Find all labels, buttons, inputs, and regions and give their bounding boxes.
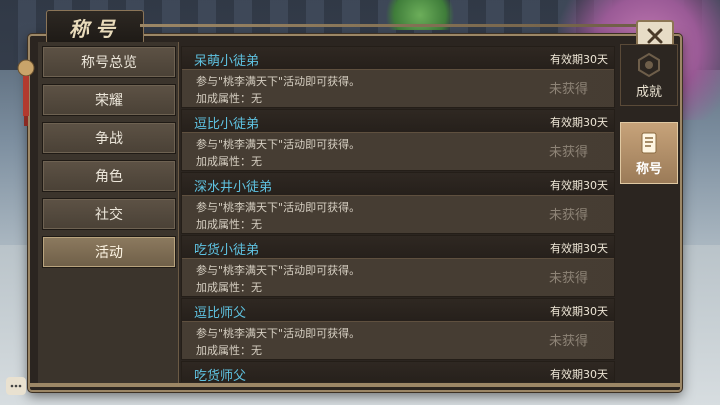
title-scroll-icon: [641, 132, 657, 153]
title-list[interactable]: 呆萌小徒弟 有效期30天 参与"桃李满天下"活动即可获得。 加成属性：无 未获得…: [181, 44, 615, 382]
title-status: 未获得: [548, 271, 588, 286]
title-validity: 有效期30天: [550, 116, 608, 129]
title-validity: 有效期30天: [550, 368, 608, 381]
title-condition: 参与"桃李满天下"活动即可获得。: [196, 327, 361, 340]
title-status: 未获得: [548, 208, 588, 223]
title-attribute: 加成属性：无: [196, 218, 262, 231]
title-name: 吃货小徒弟: [194, 243, 260, 258]
title-status: 未获得: [548, 334, 588, 349]
side-tab-achievement[interactable]: 成就: [620, 44, 678, 106]
side-tab-title[interactable]: 称号: [620, 122, 678, 184]
window-title-banner: 称号: [46, 10, 144, 44]
title-condition: 参与"桃李满天下"活动即可获得。: [196, 201, 361, 214]
chat-button[interactable]: [6, 377, 26, 395]
title-attribute: 加成属性：无: [196, 281, 262, 294]
achievement-emblem-icon: [638, 52, 660, 77]
title-name: 逗比小徒弟: [194, 117, 260, 132]
title-attribute: 加成属性：无: [196, 344, 262, 357]
category-overview-button[interactable]: 称号总览: [42, 46, 176, 78]
title-condition: 参与"桃李满天下"活动即可获得。: [196, 138, 361, 151]
title-entry[interactable]: 深水井小徒弟 有效期30天 参与"桃李满天下"活动即可获得。 加成属性：无 未获…: [181, 172, 615, 234]
close-icon: [647, 28, 663, 44]
side-tab-label: 成就: [635, 84, 662, 100]
category-character-button[interactable]: 角色: [42, 160, 176, 192]
chat-bubble-icon: [10, 384, 22, 388]
title-condition: 参与"桃李满天下"活动即可获得。: [196, 264, 361, 277]
category-battle-button[interactable]: 争战: [42, 122, 176, 154]
title-validity: 有效期30天: [550, 179, 608, 192]
title-entry[interactable]: 吃货师父 有效期30天: [181, 361, 615, 382]
title-validity: 有效期30天: [550, 305, 608, 318]
title-name: 逗比师父: [194, 306, 247, 321]
title-attribute: 加成属性：无: [196, 92, 262, 105]
window-bottom-border: [28, 383, 680, 387]
title-entry[interactable]: 逗比小徒弟 有效期30天 参与"桃李满天下"活动即可获得。 加成属性：无 未获得: [181, 109, 615, 171]
side-tab-column: 成就 称号: [620, 44, 684, 244]
category-social-button[interactable]: 社交: [42, 198, 176, 230]
title-validity: 有效期30天: [550, 53, 608, 66]
title-name: 吃货师父: [194, 369, 247, 382]
window-title: 称号: [69, 16, 121, 41]
category-glory-button[interactable]: 荣耀: [42, 84, 176, 116]
category-sidebar: 称号总览 荣耀 争战 角色 社交 活动: [38, 42, 179, 384]
title-validity: 有效期30天: [550, 242, 608, 255]
title-entry[interactable]: 逗比师父 有效期30天 参与"桃李满天下"活动即可获得。 加成属性：无 未获得: [181, 298, 615, 360]
title-attribute: 加成属性：无: [196, 155, 262, 168]
title-name: 呆萌小徒弟: [194, 54, 260, 69]
lantern-ornament-icon: [17, 59, 35, 126]
title-status: 未获得: [548, 145, 588, 160]
title-entry[interactable]: 吃货小徒弟 有效期30天 参与"桃李满天下"活动即可获得。 加成属性：无 未获得: [181, 235, 615, 297]
title-condition: 参与"桃李满天下"活动即可获得。: [196, 75, 361, 88]
title-entry[interactable]: 呆萌小徒弟 有效期30天 参与"桃李满天下"活动即可获得。 加成属性：无 未获得: [181, 46, 615, 108]
title-name: 深水井小徒弟: [194, 180, 273, 195]
title-status: 未获得: [548, 82, 588, 97]
category-event-button[interactable]: 活动: [42, 236, 176, 268]
title-divider: [140, 24, 640, 27]
side-tab-label: 称号: [635, 161, 662, 177]
